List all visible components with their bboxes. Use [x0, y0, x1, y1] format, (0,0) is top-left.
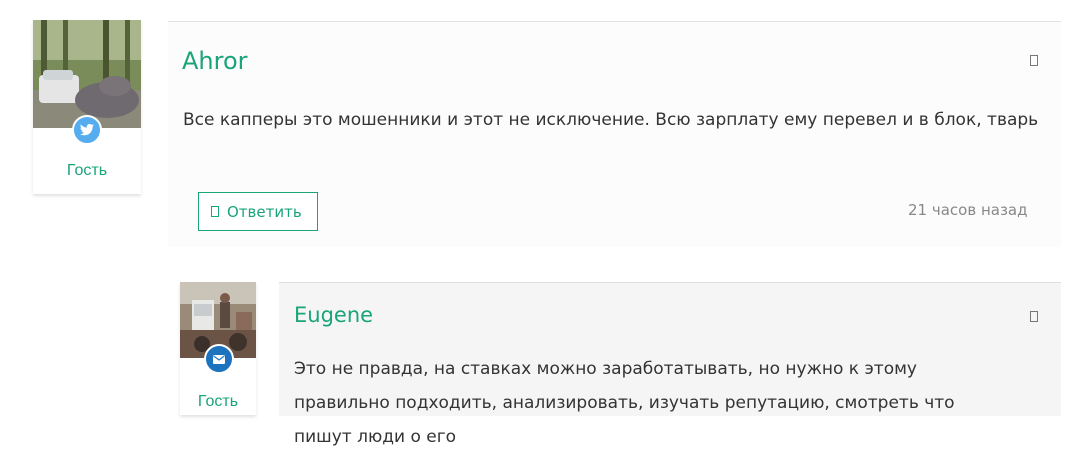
- comment-timestamp: 21 часов назад: [908, 201, 1028, 219]
- envelope-glyph: [213, 354, 225, 364]
- avatar-photo: [33, 20, 141, 128]
- twitter-bird-glyph: [80, 124, 94, 136]
- role-label: Гость: [66, 162, 108, 179]
- avatar[interactable]: [33, 20, 141, 128]
- reply-button[interactable]: Ответить: [198, 192, 318, 231]
- email-icon[interactable]: [204, 344, 234, 374]
- role-label: Гость: [197, 393, 239, 410]
- comment-menu-icon[interactable]: [1030, 311, 1038, 322]
- twitter-icon[interactable]: [72, 115, 102, 145]
- comment-menu-icon[interactable]: [1030, 55, 1038, 66]
- comment-author[interactable]: Ahror: [182, 47, 248, 75]
- comment-text: Это не правда, на ставках можно заработа…: [294, 359, 955, 447]
- comment-author[interactable]: Eugene: [294, 303, 373, 327]
- comment-text: Все капперы это мошенники и этот не искл…: [183, 110, 1039, 130]
- reply-icon: [211, 206, 219, 217]
- reply-label: Ответить: [227, 202, 302, 221]
